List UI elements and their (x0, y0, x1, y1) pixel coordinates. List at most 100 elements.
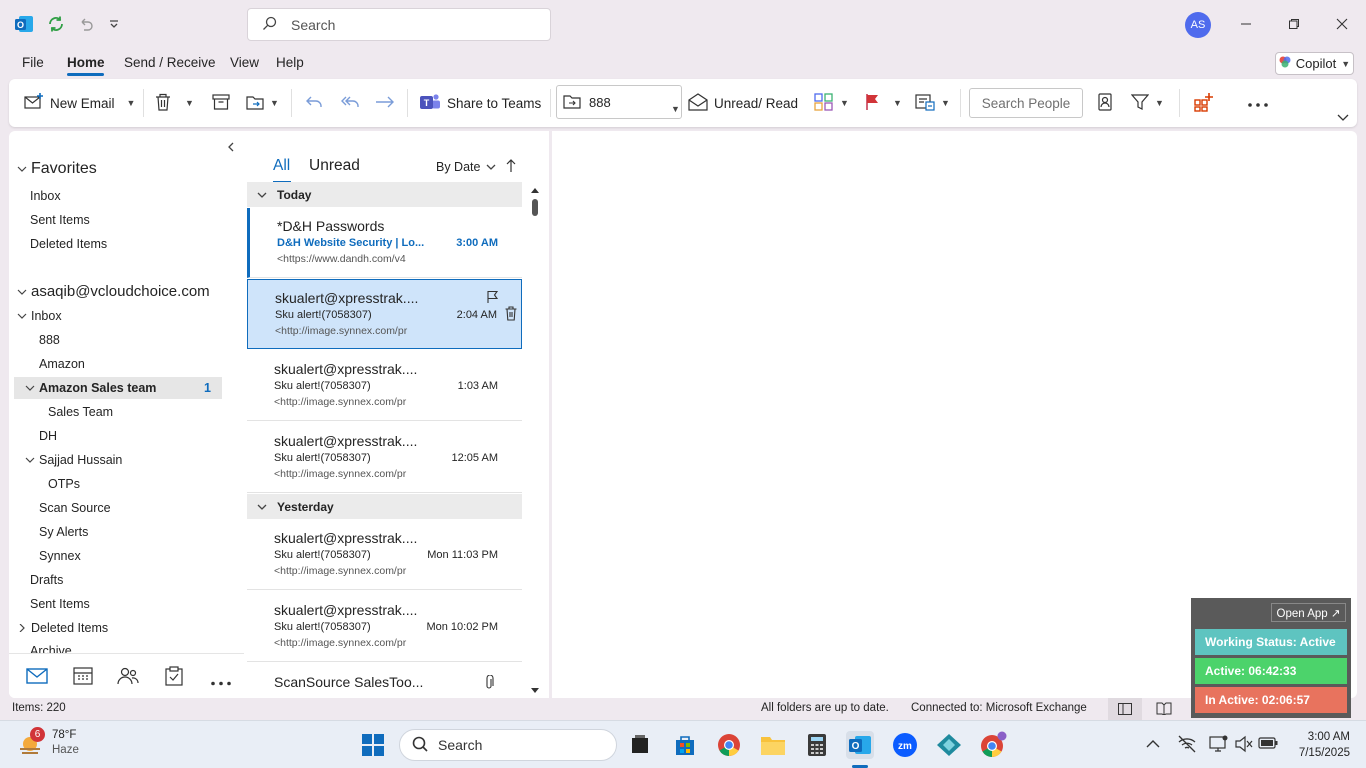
reply-all-button[interactable] (340, 91, 360, 115)
search-people-input[interactable]: Search People (969, 88, 1083, 118)
folder-sy-alerts[interactable]: Sy Alerts (39, 525, 88, 539)
delete-button[interactable]: ▼ (155, 91, 194, 115)
filter-tab-all[interactable]: All (273, 157, 290, 175)
message-item[interactable]: skualert@xpresstrak.... Sku alert!(70583… (247, 423, 522, 493)
normal-view-button[interactable] (1108, 698, 1142, 720)
task-view-icon[interactable] (626, 731, 654, 759)
zoom-icon[interactable]: zm (891, 731, 919, 759)
open-app-button[interactable]: Open App ↗ (1271, 603, 1346, 622)
sort-by-date-dropdown[interactable]: By Date (436, 160, 496, 174)
file-explorer-icon[interactable] (759, 731, 787, 759)
calculator-icon[interactable] (803, 731, 831, 759)
volume-muted-icon[interactable] (1235, 735, 1253, 756)
close-button[interactable] (1327, 10, 1357, 38)
reading-view-button[interactable] (1156, 702, 1172, 718)
new-email-button[interactable]: New Email ▼ (24, 91, 135, 115)
group-header-today[interactable]: Today (247, 182, 522, 207)
sync-icon[interactable] (44, 12, 68, 36)
microsoft-store-icon[interactable] (671, 731, 699, 759)
reply-button[interactable] (305, 91, 323, 115)
forward-button[interactable] (375, 91, 395, 115)
folder-sajjad-hussain[interactable]: Sajjad Hussain (25, 453, 122, 467)
weather-widget[interactable]: 6 78°F Haze (16, 727, 79, 758)
show-hidden-icons-button[interactable] (1146, 737, 1160, 752)
chrome-icon[interactable] (715, 731, 743, 759)
taskbar-search-input[interactable]: Search (399, 729, 617, 761)
tab-send-receive[interactable]: Send / Receive (124, 55, 216, 70)
chrome-profile-icon[interactable] (979, 731, 1007, 759)
tab-home[interactable]: Home (67, 55, 105, 70)
rules-button[interactable]: ▼ (915, 91, 950, 115)
clock[interactable]: 3:00 AM 7/15/2025 (1286, 729, 1350, 761)
quick-move-dropdown[interactable]: ▼ (671, 97, 680, 121)
people-module-button[interactable] (117, 666, 139, 689)
calendar-module-button[interactable] (73, 666, 93, 689)
undo-icon[interactable] (74, 12, 98, 36)
more-icon (1247, 96, 1269, 111)
filter-email-button[interactable]: ▼ (1130, 91, 1164, 115)
folder-sales-team[interactable]: Sales Team (48, 405, 113, 419)
chevron-down-icon: ▼ (1341, 58, 1351, 69)
folder-888[interactable]: 888 (39, 333, 60, 347)
folder-scan-source[interactable]: Scan Source (39, 501, 111, 515)
sync-status: All folders are up to date. (761, 702, 889, 714)
apps-button[interactable] (1194, 91, 1214, 115)
flag-button[interactable]: ▼ (865, 91, 902, 115)
expand-ribbon-button[interactable] (1337, 105, 1349, 129)
folder-deleted-items[interactable]: Deleted Items (17, 621, 108, 635)
folder-sent-items[interactable]: Sent Items (30, 597, 90, 611)
quick-move-folder-select[interactable]: 888 (556, 85, 682, 119)
more-modules-button[interactable] (210, 674, 232, 689)
folder-dh[interactable]: DH (39, 429, 57, 443)
copilot-button[interactable]: Copilot ▼ (1275, 52, 1354, 75)
display-icon[interactable] (1209, 735, 1229, 756)
unread-read-button[interactable]: Unread/ Read (688, 91, 798, 115)
maximize-button[interactable] (1279, 10, 1309, 38)
app-diamond-icon[interactable] (935, 731, 963, 759)
avatar[interactable]: AS (1185, 12, 1211, 38)
outlook-taskbar-icon[interactable]: O (846, 731, 874, 759)
battery-icon[interactable] (1258, 737, 1278, 752)
filter-tab-unread[interactable]: Unread (309, 157, 360, 175)
account-header[interactable]: asaqib@vcloudchoice.com (17, 283, 210, 300)
share-to-teams-button[interactable]: T Share to Teams (419, 91, 541, 115)
chevron-down-icon: ▼ (270, 98, 279, 108)
start-button[interactable] (359, 731, 387, 759)
favorite-inbox[interactable]: Inbox (30, 189, 61, 203)
flag-message-icon[interactable] (487, 290, 499, 307)
folder-amazon-sales-team[interactable]: Amazon Sales team (25, 381, 156, 395)
tab-help[interactable]: Help (276, 55, 304, 70)
favorites-header[interactable]: Favorites (17, 160, 97, 178)
categorize-button[interactable]: ▼ (814, 91, 849, 115)
search-input[interactable]: Search (247, 8, 551, 41)
customize-toolbar-icon[interactable] (102, 12, 126, 36)
message-item[interactable]: skualert@xpresstrak.... Sku alert!(70583… (247, 351, 522, 421)
tab-file[interactable]: File (22, 55, 44, 70)
mail-module-button[interactable] (26, 668, 48, 687)
folder-otps[interactable]: OTPs (48, 477, 80, 491)
message-item[interactable]: *D&H Passwords D&H Website Security | Lo… (247, 208, 522, 278)
archive-button[interactable] (212, 91, 230, 115)
favorite-deleted-items[interactable]: Deleted Items (30, 237, 107, 251)
folder-inbox[interactable]: Inbox (17, 309, 62, 323)
message-item[interactable]: skualert@xpresstrak.... Sku alert!(70583… (247, 592, 522, 662)
delete-message-icon[interactable] (505, 306, 517, 324)
move-to-folder-button[interactable]: ▼ (246, 91, 279, 115)
network-offline-icon[interactable] (1177, 735, 1197, 756)
message-item[interactable]: skualert@xpresstrak.... Sku alert!(70583… (247, 520, 522, 590)
message-item-selected[interactable]: skualert@xpresstrak.... Sku alert!(70583… (247, 279, 522, 349)
folder-drafts[interactable]: Drafts (30, 573, 63, 587)
group-header-yesterday[interactable]: Yesterday (247, 494, 522, 519)
minimize-button[interactable] (1231, 10, 1261, 38)
tasks-module-button[interactable] (165, 666, 183, 689)
sort-direction-button[interactable] (506, 159, 516, 176)
folder-amazon[interactable]: Amazon (39, 357, 85, 371)
more-options-button[interactable] (1247, 91, 1269, 115)
favorite-sent-items[interactable]: Sent Items (30, 213, 90, 227)
collapse-pane-button[interactable] (227, 141, 235, 155)
message-item[interactable]: ScanSource SalesToo... (247, 664, 522, 698)
tab-view[interactable]: View (230, 55, 259, 70)
message-list-scrollbar[interactable] (530, 186, 540, 696)
address-book-button[interactable] (1097, 91, 1113, 115)
folder-synnex[interactable]: Synnex (39, 549, 81, 563)
